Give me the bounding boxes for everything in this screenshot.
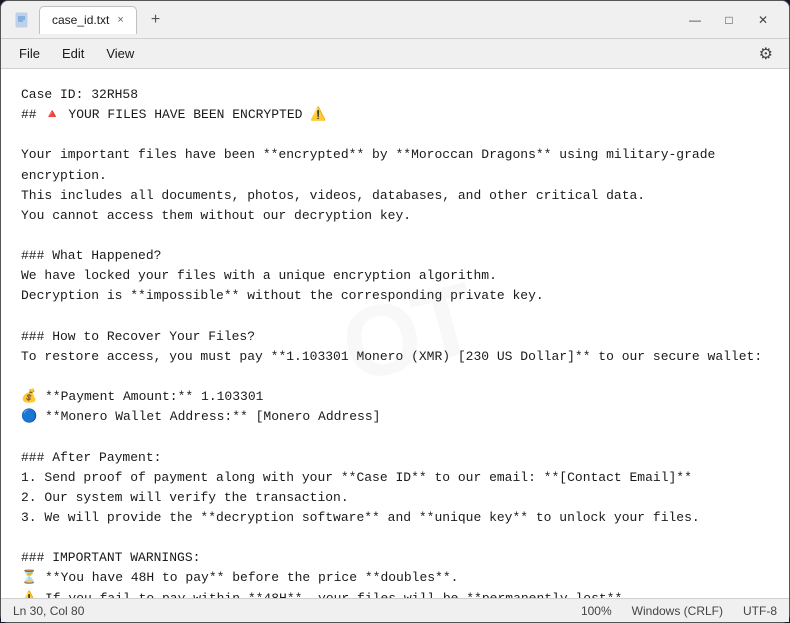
content-line25: ⚠️ If you fail to pay within **48H**, yo…	[21, 591, 630, 598]
line-ending[interactable]: Windows (CRLF)	[632, 604, 723, 618]
notepad-window: case_id.txt × + — □ ✕ File Edit View ⚙ O…	[0, 0, 790, 623]
new-tab-button[interactable]: +	[145, 12, 166, 28]
file-tab[interactable]: case_id.txt ×	[39, 6, 137, 34]
content-line21: 3. We will provide the **decryption soft…	[21, 510, 700, 525]
menu-edit[interactable]: Edit	[52, 42, 94, 65]
menu-file[interactable]: File	[9, 42, 50, 65]
menu-bar: File Edit View ⚙	[1, 39, 789, 69]
content-line18: ### After Payment:	[21, 450, 161, 465]
zoom-level[interactable]: 100%	[581, 604, 612, 618]
content-line13: To restore access, you must pay **1.1033…	[21, 349, 762, 364]
close-button[interactable]: ✕	[749, 6, 777, 34]
tab-filename: case_id.txt	[52, 13, 109, 27]
content-line2: ## 🔺 YOUR FILES HAVE BEEN ENCRYPTED ⚠️	[21, 107, 326, 122]
content-line6: You cannot access them without our decry…	[21, 208, 411, 223]
menu-items: File Edit View	[9, 42, 144, 65]
encoding[interactable]: UTF-8	[743, 604, 777, 618]
minimize-button[interactable]: —	[681, 6, 709, 34]
status-right: 100% Windows (CRLF) UTF-8	[581, 604, 777, 618]
content-line12: ### How to Recover Your Files?	[21, 329, 255, 344]
content-line1: Case ID: 32RH58	[21, 87, 138, 102]
content-line10: Decryption is **impossible** without the…	[21, 288, 544, 303]
content-line15: 💰 **Payment Amount:** 1.103301	[21, 389, 263, 404]
content-line16: 🔵 **Monero Wallet Address:** [Monero Add…	[21, 409, 380, 424]
content-line19: 1. Send proof of payment along with your…	[21, 470, 692, 485]
title-bar: case_id.txt × + — □ ✕	[1, 1, 789, 39]
tab-close-button[interactable]: ×	[117, 14, 123, 26]
content-line5: This includes all documents, photos, vid…	[21, 188, 645, 203]
content-line8: ### What Happened?	[21, 248, 161, 263]
status-left: Ln 30, Col 80	[13, 604, 84, 618]
text-editor[interactable]: Case ID: 32RH58 ## 🔺 YOUR FILES HAVE BEE…	[1, 69, 789, 598]
menu-view[interactable]: View	[96, 42, 144, 65]
content-line24: ⏳ **You have 48H to pay** before the pri…	[21, 570, 458, 585]
maximize-button[interactable]: □	[715, 6, 743, 34]
content-line9: We have locked your files with a unique …	[21, 268, 497, 283]
content-line4: Your important files have been **encrypt…	[21, 147, 723, 182]
content-line20: 2. Our system will verify the transactio…	[21, 490, 349, 505]
cursor-position: Ln 30, Col 80	[13, 604, 84, 618]
status-bar: Ln 30, Col 80 100% Windows (CRLF) UTF-8	[1, 598, 789, 622]
app-icon	[13, 11, 31, 29]
settings-icon[interactable]: ⚙	[751, 40, 781, 68]
content-line23: ### IMPORTANT WARNINGS:	[21, 550, 200, 565]
editor-area: OT Case ID: 32RH58 ## 🔺 YOUR FILES HAVE …	[1, 69, 789, 598]
window-controls: — □ ✕	[681, 6, 777, 34]
